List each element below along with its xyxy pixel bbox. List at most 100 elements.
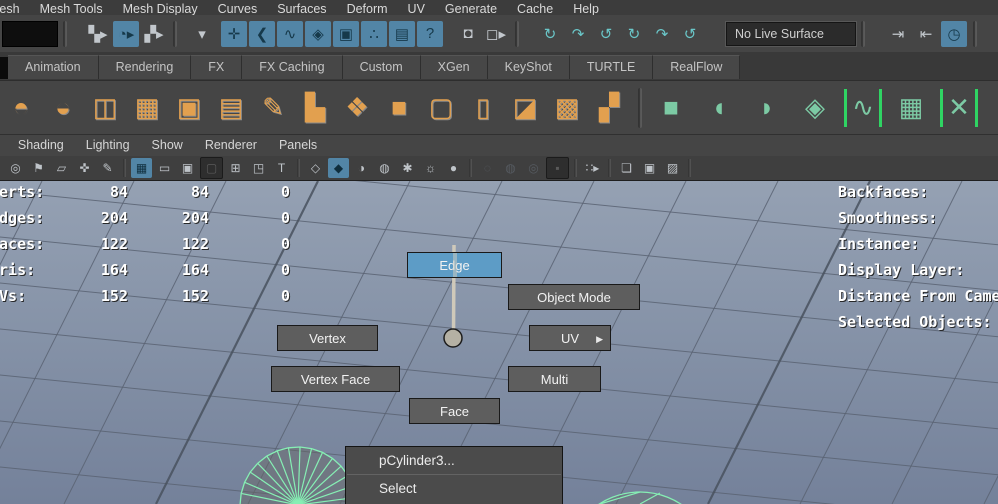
- menu-cache[interactable]: Cache: [507, 2, 563, 15]
- lock-icon[interactable]: ◘: [455, 21, 481, 47]
- marking-menu-item-face[interactable]: Face: [409, 398, 500, 424]
- shelf-tab-realflow[interactable]: RealFlow: [653, 55, 740, 79]
- context-menu-item-pcylinder3[interactable]: pCylinder3...: [346, 447, 562, 474]
- show-inputs-icon[interactable]: ⇥: [885, 21, 911, 47]
- shelf-cube-wire-icon[interactable]: ▣: [170, 89, 208, 127]
- wireframe-cylinder-edge[interactable]: [565, 492, 715, 504]
- isolate-select-icon[interactable]: ∷▸: [582, 158, 603, 178]
- snapshot-icon[interactable]: ▪: [546, 157, 569, 179]
- perspective-viewport[interactable]: Verts:84840Edges:2042040Faces:1221220Tri…: [0, 181, 998, 504]
- viewport-layout-icon[interactable]: ❏: [616, 158, 637, 178]
- shelf-tab-xgen[interactable]: XGen: [421, 55, 488, 79]
- help-snap-icon[interactable]: ?: [417, 21, 443, 47]
- shelf-tab-rendering[interactable]: Rendering: [99, 55, 192, 79]
- menu-uv[interactable]: UV: [398, 2, 435, 15]
- ambient-occlusion-icon[interactable]: ●: [443, 158, 464, 178]
- shelf-bend-icon[interactable]: ▯: [464, 89, 502, 127]
- shelf-tab-fx[interactable]: FX: [191, 55, 242, 79]
- shelf-smooth-icon[interactable]: ❖: [338, 89, 376, 127]
- panel-menu-lighting[interactable]: Lighting: [75, 135, 141, 156]
- menu-surfaces[interactable]: Surfaces: [267, 2, 336, 15]
- magnet-grid-icon[interactable]: ↻: [537, 21, 563, 47]
- select-hierarchy-icon[interactable]: ▚▸: [85, 21, 111, 47]
- magnet-point-icon[interactable]: ↺: [593, 21, 619, 47]
- marking-menu-item-edge[interactable]: Edge: [407, 252, 502, 278]
- shelf-camera-uv-icon[interactable]: ◈: [796, 89, 834, 127]
- select-object-icon[interactable]: ◔▸: [113, 21, 139, 47]
- bookmark-icon[interactable]: ⚑: [28, 158, 49, 178]
- animation-details-icon[interactable]: ◷: [941, 21, 967, 47]
- menu-curves[interactable]: Curves: [208, 2, 268, 15]
- select-tool-icon[interactable]: ◻▸: [483, 21, 509, 47]
- grease-pencil-icon[interactable]: ✎: [97, 158, 118, 178]
- magnet-plane-icon[interactable]: ↷: [649, 21, 675, 47]
- make-live-icon[interactable]: ∴: [361, 21, 387, 47]
- shelf-tab-fx-caching[interactable]: FX Caching: [242, 55, 342, 79]
- snap-point-icon[interactable]: ∿: [277, 21, 303, 47]
- shelf-tab-custom[interactable]: Custom: [343, 55, 421, 79]
- shelf-planar-uv-icon[interactable]: ■: [652, 89, 690, 127]
- shelf-multi-cut-icon[interactable]: ✎: [254, 89, 292, 127]
- panel-menu-view[interactable]: View: [0, 135, 7, 156]
- panel-menu-shading[interactable]: Shading: [7, 135, 75, 156]
- wireframe-mode-icon[interactable]: ◇: [305, 158, 326, 178]
- marking-menu-item-vertex[interactable]: Vertex: [277, 325, 378, 351]
- shelf-unfold-uv-icon[interactable]: ✕: [940, 89, 978, 127]
- select-component-icon[interactable]: ▞▸: [141, 21, 167, 47]
- shelf-uv-editor-icon[interactable]: ▦: [892, 89, 930, 127]
- shelf-wrap-icon[interactable]: ▩: [548, 89, 586, 127]
- shelf-cube-icon[interactable]: ■: [380, 89, 418, 127]
- safe-action-icon[interactable]: ◳: [248, 158, 269, 178]
- render-view-icon[interactable]: ◉: [991, 21, 998, 47]
- marking-menu-item-multi[interactable]: Multi: [508, 366, 601, 392]
- shelf-extrude-icon[interactable]: ▙: [296, 89, 334, 127]
- shelf-quad-draw-icon[interactable]: ▞: [590, 89, 628, 127]
- single-view-icon[interactable]: ▨: [662, 158, 683, 178]
- image-plane-icon[interactable]: ▱: [51, 158, 72, 178]
- resolution-gate-icon[interactable]: ▣: [177, 158, 198, 178]
- dropdown-arrow-icon[interactable]: ▾: [189, 21, 215, 47]
- grid-icon[interactable]: ▦: [131, 158, 152, 178]
- shelf-tab-turtle[interactable]: TURTLE: [570, 55, 653, 79]
- magnet-curve-icon[interactable]: ↷: [565, 21, 591, 47]
- panel-menu-show[interactable]: Show: [141, 135, 194, 156]
- field-chart-icon[interactable]: ⊞: [225, 158, 246, 178]
- film-gate-icon[interactable]: ▭: [154, 158, 175, 178]
- snap-view-plane-icon[interactable]: ▣: [333, 21, 359, 47]
- clapboard-icon[interactable]: ▤: [389, 21, 415, 47]
- snap-grid-icon[interactable]: ✛: [221, 21, 247, 47]
- snap-projected-center-icon[interactable]: ◈: [305, 21, 331, 47]
- menu-edit-mesh[interactable]: Edit Mesh: [0, 2, 30, 15]
- quick-selection-field[interactable]: [2, 21, 58, 47]
- smooth-shade-icon[interactable]: ◆: [328, 158, 349, 178]
- marking-menu-center-handle[interactable]: [444, 329, 462, 347]
- panel-menu-panels[interactable]: Panels: [268, 135, 328, 156]
- shelf-combine-icon[interactable]: ◓: [2, 89, 40, 127]
- shelf-uv-stretch-icon[interactable]: ∿: [844, 89, 882, 127]
- shelf-tab-animation[interactable]: Animation: [8, 55, 99, 79]
- menu-mesh-tools[interactable]: Mesh Tools: [30, 2, 113, 15]
- menu-help[interactable]: Help: [563, 2, 609, 15]
- gate-mask-icon[interactable]: ▢: [200, 157, 223, 179]
- live-surface-field[interactable]: No Live Surface: [726, 22, 856, 46]
- safe-title-icon[interactable]: T: [271, 158, 292, 178]
- menu-deform[interactable]: Deform: [337, 2, 398, 15]
- menu-generate[interactable]: Generate: [435, 2, 507, 15]
- all-lights-icon[interactable]: ☼: [420, 158, 441, 178]
- shelf-tab-keyshot[interactable]: KeyShot: [488, 55, 570, 79]
- shelf-boolean-icon[interactable]: ◪: [506, 89, 544, 127]
- default-material-icon[interactable]: ◑: [351, 158, 372, 178]
- magnet-plain-icon[interactable]: ↺: [677, 21, 703, 47]
- viewport-layout-alt-icon[interactable]: ▣: [639, 158, 660, 178]
- shelf-contour-uv-icon[interactable]: ◗: [748, 89, 786, 127]
- context-menu-item-select[interactable]: Select: [346, 475, 562, 502]
- shelf-auto-uv-icon[interactable]: ◖: [700, 89, 738, 127]
- show-outputs-icon[interactable]: ⇤: [913, 21, 939, 47]
- shelf-mirror-icon[interactable]: ◫: [86, 89, 124, 127]
- shelf-fill-hole-icon[interactable]: ▦: [128, 89, 166, 127]
- particle-display-icon[interactable]: ✱: [397, 158, 418, 178]
- camera-icon[interactable]: ◎: [5, 158, 26, 178]
- marking-menu-item-vertex-face[interactable]: Vertex Face: [271, 366, 400, 392]
- shelf-append-face-icon[interactable]: ▤: [212, 89, 250, 127]
- marking-menu-item-object-mode[interactable]: Object Mode: [508, 284, 640, 310]
